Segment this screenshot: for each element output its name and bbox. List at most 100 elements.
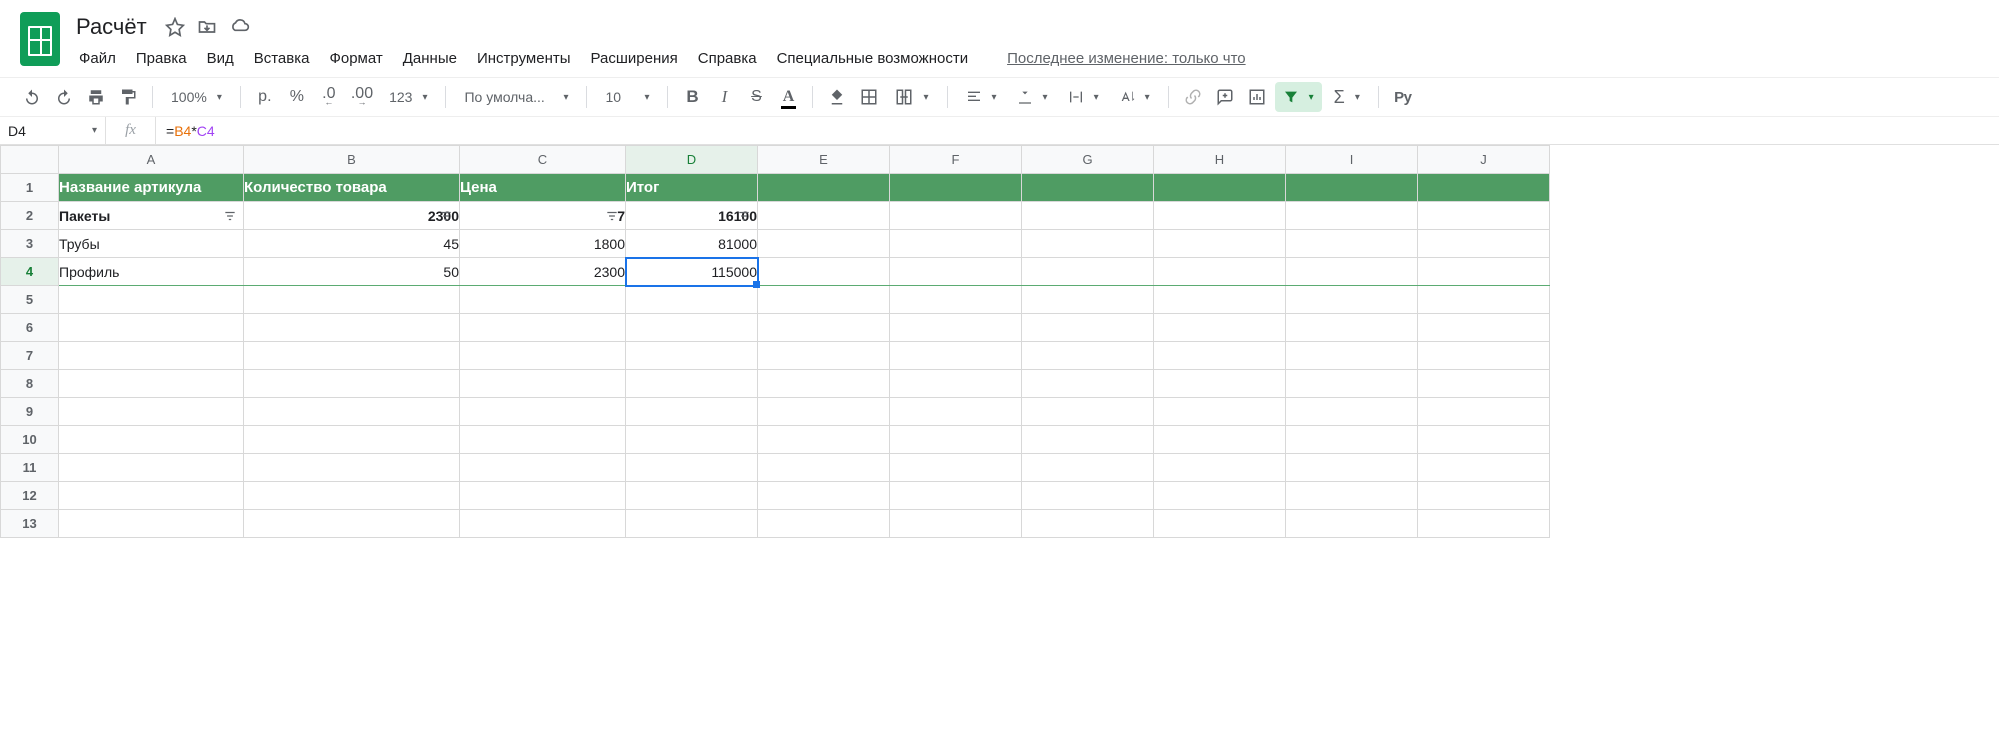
cell-I3[interactable] [1286, 230, 1418, 258]
redo-icon[interactable] [50, 82, 78, 112]
move-to-folder-icon[interactable] [197, 17, 217, 37]
cell-H10[interactable] [1154, 426, 1286, 454]
header-cell[interactable]: Название артикула [59, 174, 244, 202]
cell-D2[interactable]: 16100 [626, 202, 758, 230]
row-header-6[interactable]: 6 [1, 314, 59, 342]
cell-G10[interactable] [1022, 426, 1154, 454]
cell-I6[interactable] [1286, 314, 1418, 342]
cell-C6[interactable] [460, 314, 626, 342]
cell-J11[interactable] [1418, 454, 1550, 482]
row-header-3[interactable]: 3 [1, 230, 59, 258]
increase-decimals[interactable]: .00→ [347, 82, 377, 112]
undo-icon[interactable] [18, 82, 46, 112]
format-percent[interactable]: % [283, 82, 311, 112]
cell-D8[interactable] [626, 370, 758, 398]
header-cell[interactable] [1418, 174, 1550, 202]
cell-C4[interactable]: 2300 [460, 258, 626, 286]
cell-A13[interactable] [59, 510, 244, 538]
cell-E4[interactable] [758, 258, 890, 286]
insert-link-icon[interactable] [1179, 82, 1207, 112]
cell-I7[interactable] [1286, 342, 1418, 370]
cell-D5[interactable] [626, 286, 758, 314]
cell-A5[interactable] [59, 286, 244, 314]
cell-E13[interactable] [758, 510, 890, 538]
cell-C3[interactable]: 1800 [460, 230, 626, 258]
v-align-icon[interactable]: ▾ [1009, 82, 1056, 112]
cell-I11[interactable] [1286, 454, 1418, 482]
cell-B7[interactable] [244, 342, 460, 370]
cell-H6[interactable] [1154, 314, 1286, 342]
cell-H13[interactable] [1154, 510, 1286, 538]
header-cell[interactable] [1286, 174, 1418, 202]
cell-D11[interactable] [626, 454, 758, 482]
cell-G12[interactable] [1022, 482, 1154, 510]
cell-A8[interactable] [59, 370, 244, 398]
font-size-select[interactable]: 10▾ [597, 82, 657, 112]
cell-C2[interactable]: 7 [460, 202, 626, 230]
cell-H7[interactable] [1154, 342, 1286, 370]
functions-sigma-icon[interactable]: Σ▾ [1326, 82, 1368, 112]
row-header-8[interactable]: 8 [1, 370, 59, 398]
cell-F2[interactable] [890, 202, 1022, 230]
cell-B11[interactable] [244, 454, 460, 482]
header-cell[interactable]: Итог [626, 174, 758, 202]
row-header-13[interactable]: 13 [1, 510, 59, 538]
col-header-A[interactable]: A [59, 146, 244, 174]
cell-I5[interactable] [1286, 286, 1418, 314]
cell-F12[interactable] [890, 482, 1022, 510]
row-header-9[interactable]: 9 [1, 398, 59, 426]
header-cell[interactable]: Цена [460, 174, 626, 202]
cell-A10[interactable] [59, 426, 244, 454]
cell-A11[interactable] [59, 454, 244, 482]
insert-chart-icon[interactable] [1243, 82, 1271, 112]
cell-J7[interactable] [1418, 342, 1550, 370]
cell-H12[interactable] [1154, 482, 1286, 510]
cell-B9[interactable] [244, 398, 460, 426]
cell-B10[interactable] [244, 426, 460, 454]
cell-G6[interactable] [1022, 314, 1154, 342]
cell-B12[interactable] [244, 482, 460, 510]
select-all-corner[interactable] [1, 146, 59, 174]
col-header-H[interactable]: H [1154, 146, 1286, 174]
cell-D12[interactable] [626, 482, 758, 510]
row-header-10[interactable]: 10 [1, 426, 59, 454]
col-header-J[interactable]: J [1418, 146, 1550, 174]
cell-J3[interactable] [1418, 230, 1550, 258]
cell-B5[interactable] [244, 286, 460, 314]
header-cell[interactable] [758, 174, 890, 202]
cell-D10[interactable] [626, 426, 758, 454]
cell-G7[interactable] [1022, 342, 1154, 370]
row-header-1[interactable]: 1 [1, 174, 59, 202]
header-cell[interactable] [890, 174, 1022, 202]
cell-B4[interactable]: 50 [244, 258, 460, 286]
filter-icon[interactable]: ▾ [1275, 82, 1322, 112]
cell-D13[interactable] [626, 510, 758, 538]
cell-A3[interactable]: Трубы [59, 230, 244, 258]
fill-color-icon[interactable] [823, 82, 851, 112]
cell-C11[interactable] [460, 454, 626, 482]
cell-J10[interactable] [1418, 426, 1550, 454]
cell-C10[interactable] [460, 426, 626, 454]
cell-A7[interactable] [59, 342, 244, 370]
cell-J6[interactable] [1418, 314, 1550, 342]
spreadsheet-grid[interactable]: ABCDEFGHIJ1Название артикулаКоличество т… [0, 145, 1999, 538]
col-header-G[interactable]: G [1022, 146, 1154, 174]
format-currency[interactable]: р. [251, 82, 279, 112]
cell-J5[interactable] [1418, 286, 1550, 314]
cell-H3[interactable] [1154, 230, 1286, 258]
cell-I10[interactable] [1286, 426, 1418, 454]
cell-F8[interactable] [890, 370, 1022, 398]
paint-format-icon[interactable] [114, 82, 142, 112]
merge-cells-icon[interactable]: ▾ [887, 82, 936, 112]
menu-tools[interactable]: Инструменты [468, 46, 580, 71]
number-format-select[interactable]: 123▾ [381, 82, 435, 112]
cell-J9[interactable] [1418, 398, 1550, 426]
cell-I13[interactable] [1286, 510, 1418, 538]
cell-G13[interactable] [1022, 510, 1154, 538]
menu-accessibility[interactable]: Специальные возможности [768, 46, 978, 71]
cell-I12[interactable] [1286, 482, 1418, 510]
cell-J2[interactable] [1418, 202, 1550, 230]
decrease-decimals[interactable]: .0← [315, 82, 343, 112]
print-icon[interactable] [82, 82, 110, 112]
last-edit-link[interactable]: Последнее изменение: только что [1007, 50, 1246, 67]
